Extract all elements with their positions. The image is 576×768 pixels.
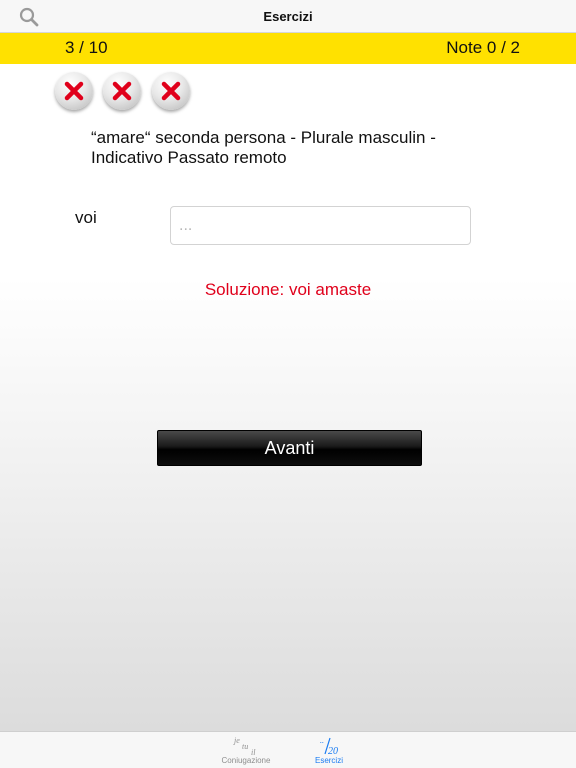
life-marker [55, 72, 93, 110]
tab-esercizi[interactable]: .. 20 Esercizi [299, 732, 359, 768]
question-progress: 3 / 10 [65, 38, 108, 57]
conjugation-icon: je tu il [233, 736, 256, 756]
life-marker [103, 72, 141, 110]
tab-label: Coniugazione [221, 756, 271, 765]
tab-bar: je tu il Coniugazione .. 20 Esercizi [0, 731, 576, 768]
prompt-line: “amare“ seconda persona - Plurale mascul… [91, 128, 436, 147]
score-label: Note 0 / 2 [446, 38, 520, 57]
life-marker [152, 72, 190, 110]
solution-text: Soluzione: voi amaste [204, 280, 372, 299]
tab-label: Esercizi [314, 756, 343, 765]
navigation-bar: Esercizi [0, 0, 576, 33]
close-icon [112, 81, 132, 101]
prompt-line: Indicativo Passato remoto [91, 148, 287, 167]
page-title: Esercizi [263, 9, 313, 24]
status-bar: 3 / 10 Note 0 / 2 [0, 33, 576, 64]
svg-text:je: je [233, 736, 240, 745]
next-button[interactable]: Avanti [157, 430, 422, 466]
pronoun-label: voi [75, 208, 97, 227]
svg-text:20: 20 [328, 746, 338, 756]
svg-text:tu: tu [242, 742, 248, 751]
answer-input[interactable] [170, 206, 471, 245]
exercise-area: “amare“ seconda persona - Plurale mascul… [0, 64, 576, 731]
svg-text:..: .. [320, 736, 324, 745]
svg-text:il: il [251, 748, 256, 756]
exercise-prompt: “amare“ seconda persona - Plurale mascul… [91, 128, 511, 168]
close-icon [64, 81, 84, 101]
close-icon [161, 81, 181, 101]
exercises-icon: .. 20 [320, 736, 338, 756]
tab-coniugazione[interactable]: je tu il Coniugazione [216, 732, 276, 768]
